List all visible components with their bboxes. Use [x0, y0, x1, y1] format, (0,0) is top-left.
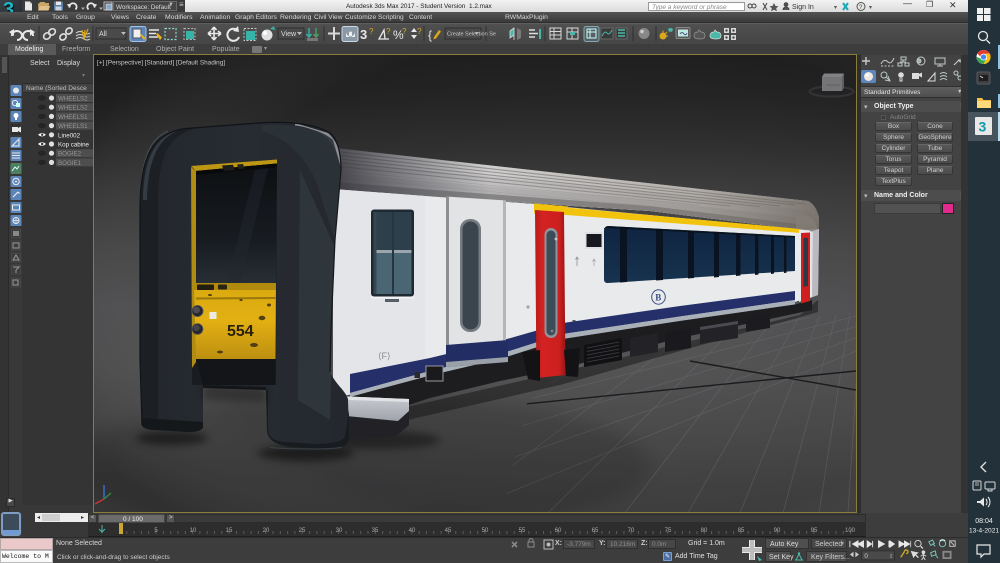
svg-text:Create Selection Se: Create Selection Se: [447, 32, 496, 38]
svg-text:50: 50: [482, 528, 489, 534]
svg-text:[+] [Perspective] [Standard] [: [+] [Perspective] [Standard] [Default Sh…: [97, 60, 225, 67]
svg-text:FRONT: FRONT: [827, 83, 841, 88]
svg-text:Kop cabine: Kop cabine: [58, 142, 90, 149]
svg-text:⇕: ⇕: [889, 554, 894, 560]
svg-text:BOGIE1: BOGIE1: [58, 160, 82, 167]
svg-text:0: 0: [864, 553, 868, 560]
svg-text:100: 100: [845, 528, 856, 534]
svg-text:▾: ▾: [869, 5, 872, 11]
svg-text:35: 35: [372, 528, 379, 534]
svg-text:B: B: [655, 293, 661, 303]
svg-text:Sign In: Sign In: [792, 4, 814, 11]
svg-text:WHEELS1: WHEELS1: [58, 123, 88, 130]
svg-text:WHEELS2: WHEELS2: [58, 96, 88, 103]
svg-text:55: 55: [519, 528, 526, 534]
svg-text:65: 65: [592, 528, 599, 534]
svg-text:20: 20: [263, 528, 270, 534]
svg-text:40: 40: [409, 528, 416, 534]
svg-text:60: 60: [555, 528, 562, 534]
svg-text:30: 30: [336, 528, 343, 534]
svg-text:45: 45: [445, 528, 452, 534]
svg-text:3: 3: [979, 119, 987, 135]
svg-text:554: 554: [227, 323, 254, 340]
svg-text:▾: ▾: [834, 5, 837, 11]
svg-text:13-4-2021: 13-4-2021: [969, 528, 999, 535]
svg-text:⟨F⟩: ⟨F⟩: [378, 351, 391, 361]
svg-text:WHEELS2: WHEELS2: [58, 105, 88, 112]
svg-text:5: 5: [154, 528, 158, 534]
svg-text:75: 75: [665, 528, 672, 534]
svg-text:{: {: [428, 28, 432, 42]
svg-text:90: 90: [774, 528, 781, 534]
svg-text:15: 15: [226, 528, 233, 534]
svg-text:95: 95: [811, 528, 818, 534]
svg-text:?: ?: [402, 27, 407, 36]
svg-text:?: ?: [386, 27, 391, 36]
svg-text:WHEELS1: WHEELS1: [58, 114, 88, 121]
svg-text:All: All: [99, 31, 107, 38]
svg-text:Line002: Line002: [58, 132, 81, 139]
svg-text:BOGIE2: BOGIE2: [58, 151, 82, 158]
svg-text:?: ?: [369, 27, 374, 36]
svg-text:3: 3: [360, 27, 367, 42]
svg-text:?: ?: [417, 27, 422, 36]
svg-text:View: View: [281, 31, 297, 38]
svg-text:10: 10: [190, 528, 197, 534]
svg-text:25: 25: [299, 528, 306, 534]
svg-text:08:04: 08:04: [975, 518, 993, 525]
svg-text:80: 80: [701, 528, 708, 534]
svg-text:70: 70: [628, 528, 635, 534]
svg-text:85: 85: [738, 528, 745, 534]
